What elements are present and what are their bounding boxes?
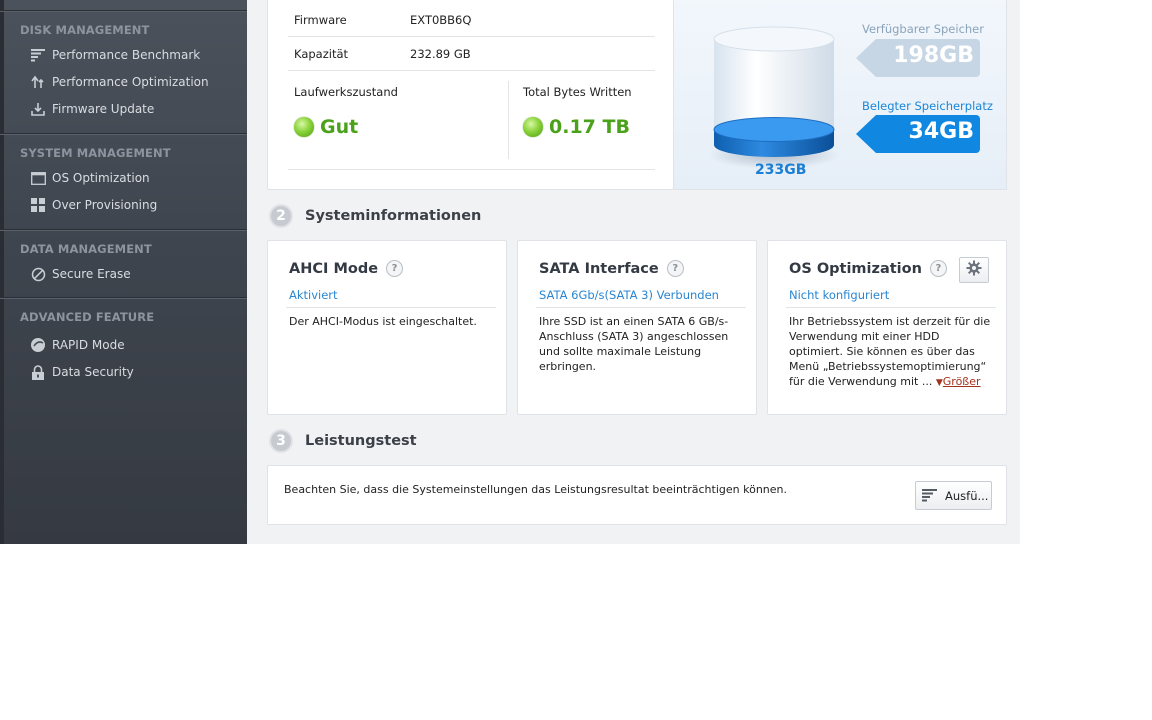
section-number: 2	[269, 204, 293, 228]
section-systeminformationen-header: 2 Systeminformationen	[269, 204, 481, 228]
sidebar-edge	[0, 0, 4, 544]
firmware-row: Firmware EXT0BB6Q	[288, 3, 655, 37]
ahci-mode-card: AHCI Mode ? Aktiviert Der AHCI-Modus ist…	[267, 240, 507, 415]
drive-info-card: Firmware EXT0BB6Q Kapazität 232.89 GB La…	[267, 0, 673, 190]
help-icon[interactable]: ?	[929, 260, 947, 277]
help-icon[interactable]: ?	[386, 260, 404, 277]
run-button-label: Ausfü...	[945, 488, 989, 503]
used-space-label: Belegter Speicherplatz	[862, 99, 993, 113]
card-description: Der AHCI-Modus ist eingeschaltet.	[289, 315, 477, 328]
samsung-magician-window: DISK MANAGEMENT Performance Benchmark Pe…	[0, 0, 1020, 544]
storage-usage-panel: 233GB Verfügbarer Speicher 198GB Belegte…	[673, 0, 1007, 190]
sidebar-item-secure-erase[interactable]: Secure Erase	[30, 264, 131, 284]
sidebar-item-label: Performance Optimization	[52, 75, 209, 89]
optimization-arrows-icon	[30, 74, 46, 90]
health-value: Gut	[320, 116, 359, 138]
section-title: Leistungstest	[305, 433, 417, 449]
section-number: 3	[269, 429, 293, 453]
window-icon	[30, 170, 46, 186]
used-space-tag: 34GB	[856, 115, 982, 153]
section-leistungstest-header: 3 Leistungstest	[269, 429, 417, 453]
run-benchmark-button[interactable]: Ausfü...	[915, 481, 992, 510]
stat-divider	[508, 81, 509, 159]
lock-icon	[30, 364, 46, 380]
card-divider	[536, 307, 746, 308]
row-divider	[288, 169, 655, 170]
sidebar-divider	[0, 229, 247, 231]
card-title: OS Optimization ?	[789, 260, 947, 277]
download-icon	[30, 101, 46, 117]
cylinder-fill-surface	[713, 117, 835, 143]
capacity-label: Kapazität	[294, 46, 349, 61]
help-icon[interactable]: ?	[666, 260, 684, 277]
health-status: Gut	[294, 116, 358, 138]
gear-icon	[966, 260, 982, 280]
sidebar-heading-disk-management: DISK MANAGEMENT	[20, 23, 150, 37]
sidebar-divider	[0, 133, 247, 135]
sidebar-item-label: OS Optimization	[52, 171, 150, 185]
tbw-value: 0.17 TB	[549, 116, 630, 138]
green-status-icon	[523, 117, 543, 137]
sidebar-heading-system-management: SYSTEM MANAGEMENT	[20, 146, 171, 160]
sidebar-item-label: Over Provisioning	[52, 198, 158, 212]
grid-icon	[30, 197, 46, 213]
sidebar-item-rapid-mode[interactable]: RAPID Mode	[30, 335, 125, 355]
sidebar-item-data-security[interactable]: Data Security	[30, 362, 134, 382]
used-space-value: 34GB	[908, 119, 974, 144]
card-description: Ihre SSD ist an einen SATA 6 GB/s-Anschl…	[539, 315, 729, 373]
more-link[interactable]: ▼Größer	[936, 375, 981, 388]
os-optimization-settings-button[interactable]	[959, 257, 989, 283]
triangle-down-icon: ▼	[935, 378, 943, 388]
sidebar-item-label: Firmware Update	[52, 102, 155, 116]
health-label: Laufwerkszustand	[294, 85, 398, 99]
sidebar-item-performance-optimization[interactable]: Performance Optimization	[30, 72, 209, 92]
free-space-label: Verfügbarer Speicher	[862, 22, 984, 36]
card-divider	[286, 307, 496, 308]
sidebar-item-label: RAPID Mode	[52, 338, 125, 352]
free-space-tag: 198GB	[856, 39, 982, 77]
sidebar-item-over-provisioning[interactable]: Over Provisioning	[30, 195, 157, 215]
capacity-row: Kapazität 232.89 GB	[288, 37, 655, 71]
erase-icon	[30, 266, 46, 282]
performance-note: Beachten Sie, dass die Systemeinstellung…	[284, 483, 788, 496]
card-status: Nicht konfiguriert	[789, 288, 890, 302]
card-description: Ihr Betriebssystem ist derzeit für die V…	[789, 314, 994, 391]
performance-test-card: Beachten Sie, dass die Systemeinstellung…	[267, 465, 1007, 525]
sidebar-item-performance-benchmark[interactable]: Performance Benchmark	[30, 45, 200, 65]
tbw-label: Total Bytes Written	[523, 85, 632, 99]
total-capacity: 233GB	[755, 162, 807, 178]
sidebar-item-label: Data Security	[52, 365, 134, 379]
tbw-status: 0.17 TB	[523, 116, 630, 138]
card-title-text: OS Optimization	[789, 260, 922, 277]
sidebar-divider	[0, 10, 247, 12]
main-content: Firmware EXT0BB6Q Kapazität 232.89 GB La…	[247, 0, 1020, 544]
card-status: Aktiviert	[289, 288, 338, 302]
rapid-icon	[30, 337, 46, 353]
sidebar-item-os-optimization[interactable]: OS Optimization	[30, 168, 150, 188]
card-status: SATA 6Gb/s(SATA 3) Verbunden	[539, 288, 719, 302]
firmware-value: EXT0BB6Q	[410, 12, 472, 27]
benchmark-icon	[30, 47, 46, 63]
sidebar-item-label: Secure Erase	[52, 267, 131, 281]
card-title-text: AHCI Mode	[289, 260, 379, 277]
more-link-label: Größer	[942, 375, 981, 388]
card-title: AHCI Mode ?	[289, 260, 404, 277]
sata-interface-card: SATA Interface ? SATA 6Gb/s(SATA 3) Verb…	[517, 240, 757, 415]
card-divider	[786, 307, 996, 308]
firmware-label: Firmware	[294, 12, 347, 27]
sidebar-heading-advanced-feature: ADVANCED FEATURE	[20, 310, 155, 324]
section-title: Systeminformationen	[305, 208, 482, 224]
os-optimization-card: OS Optimization ? Nicht konfiguriert Ihr…	[767, 240, 1007, 415]
sidebar-item-firmware-update[interactable]: Firmware Update	[30, 99, 154, 119]
sidebar-divider	[0, 297, 247, 299]
benchmark-icon	[922, 489, 937, 502]
free-space-value: 198GB	[893, 43, 974, 68]
sidebar-heading-data-management: DATA MANAGEMENT	[20, 242, 152, 256]
card-title-text: SATA Interface	[539, 260, 659, 277]
capacity-value: 232.89 GB	[410, 46, 471, 61]
sidebar-item-label: Performance Benchmark	[52, 48, 201, 62]
card-title: SATA Interface ?	[539, 260, 684, 277]
green-status-icon	[294, 117, 314, 137]
sidebar: DISK MANAGEMENT Performance Benchmark Pe…	[0, 0, 247, 544]
